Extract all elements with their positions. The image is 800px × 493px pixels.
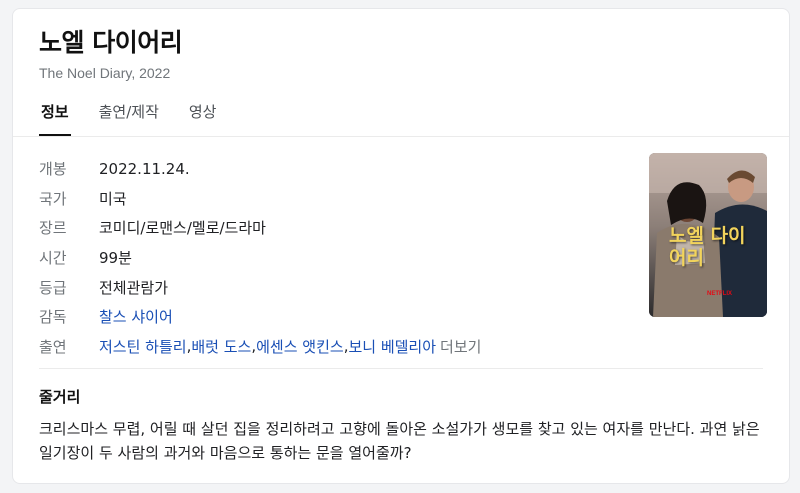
tab-info[interactable]: 정보 xyxy=(39,103,71,136)
section-divider xyxy=(39,368,763,369)
info-row-cast: 출연 저스틴 하틀리, 배럿 도스, 에센스 앳킨스, 보니 베델리아 더보기 xyxy=(39,332,481,362)
tabs-divider xyxy=(13,136,789,137)
movie-poster[interactable]: 노엘 다이어리 NETFLIX xyxy=(649,153,767,317)
cast-link[interactable]: 보니 베델리아 xyxy=(348,336,436,357)
tab-cast-crew[interactable]: 출연/제작 xyxy=(97,103,161,136)
info-row-rating: 등급 전체관람가 xyxy=(39,272,481,302)
synopsis-heading: 줄거리 xyxy=(39,388,81,406)
tab-videos[interactable]: 영상 xyxy=(187,103,219,136)
genre-value: 코미디/로맨스/멜로/드라마 xyxy=(99,219,266,238)
info-list: 개봉 2022.11.24. 국가 미국 장르 코미디/로맨스/멜로/드라마 시… xyxy=(39,154,481,361)
synopsis-text: 크리스마스 무렵, 어릴 때 살던 집을 정리하려고 고향에 돌아온 소설가가 … xyxy=(39,420,760,462)
country-label: 국가 xyxy=(39,189,67,208)
cast-more-button[interactable]: 더보기 xyxy=(440,336,481,357)
genre-label: 장르 xyxy=(39,219,67,238)
release-value: 2022.11.24. xyxy=(99,159,190,178)
cast-link[interactable]: 배럿 도스 xyxy=(191,336,251,357)
rating-label: 등급 xyxy=(39,278,67,297)
poster-title: 노엘 다이어리 xyxy=(669,225,746,269)
director-label: 감독 xyxy=(39,308,67,327)
tab-bar: 정보 출연/제작 영상 xyxy=(39,103,244,136)
info-row-release: 개봉 2022.11.24. xyxy=(39,154,481,184)
cast-link[interactable]: 에센스 앳킨스 xyxy=(256,336,344,357)
movie-title: 노엘 다이어리 xyxy=(39,28,183,57)
poster-brand-logo: NETFLIX xyxy=(707,291,732,297)
info-row-genre: 장르 코미디/로맨스/멜로/드라마 xyxy=(39,213,481,243)
info-row-runtime: 시간 99분 xyxy=(39,243,481,273)
movie-subtitle: The Noel Diary, 2022 xyxy=(39,65,171,81)
release-label: 개봉 xyxy=(39,160,67,179)
info-row-country: 국가 미국 xyxy=(39,184,481,214)
movie-info-card: 노엘 다이어리 The Noel Diary, 2022 정보 출연/제작 영상… xyxy=(12,8,790,484)
runtime-value: 99분 xyxy=(99,249,132,268)
info-row-director: 감독 찰스 샤이어 xyxy=(39,302,481,332)
runtime-label: 시간 xyxy=(39,249,67,268)
cast-link[interactable]: 저스틴 하틀리 xyxy=(99,336,187,357)
cast-label: 출연 xyxy=(39,337,67,356)
director-link[interactable]: 찰스 샤이어 xyxy=(99,306,173,327)
country-value: 미국 xyxy=(99,189,127,208)
rating-value: 전체관람가 xyxy=(99,278,169,297)
